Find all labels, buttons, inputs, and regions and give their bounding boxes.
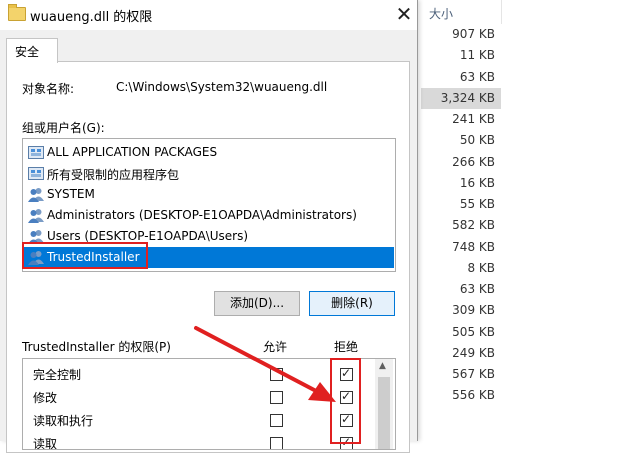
group-user-label: 组或用户名(G):	[22, 121, 105, 135]
close-icon[interactable]: ✕	[393, 3, 415, 25]
file-size-cell[interactable]: 266 KB	[421, 152, 501, 173]
permission-row: 读取和执行	[23, 408, 375, 431]
user-name: SYSTEM	[47, 187, 95, 201]
folder-icon	[8, 4, 26, 21]
object-name-value: C:\Windows\System32\wuaueng.dll	[116, 80, 328, 94]
file-size-cell[interactable]: 55 KB	[421, 194, 501, 215]
file-size-cell[interactable]: 907 KB	[421, 24, 501, 45]
permissions-dialog: wuaueng.dll 的权限 ✕ 安全 对象名称: C:\Windows\Sy…	[0, 0, 418, 453]
file-size-cell[interactable]: 567 KB	[421, 364, 501, 385]
remove-button[interactable]: 删除(R)	[309, 291, 395, 316]
permission-name: 读取	[33, 437, 58, 450]
annotation-highlight-user	[22, 242, 148, 269]
scroll-up-icon[interactable]: ▲	[379, 361, 386, 371]
user-list-item[interactable]: Administrators (DESKTOP-E1OAPDA\Administ…	[24, 205, 394, 226]
object-name-label: 对象名称:	[22, 82, 75, 96]
scroll-thumb[interactable]	[378, 377, 390, 449]
permissions-label: TrustedInstaller 的权限(P)	[22, 340, 171, 354]
size-column-header[interactable]: 大小	[421, 0, 502, 24]
permission-name: 读取和执行	[33, 414, 94, 428]
user-name: Users (DESKTOP-E1OAPDA\Users)	[47, 229, 249, 243]
file-size-cell[interactable]: 8 KB	[421, 258, 501, 279]
file-size-cell[interactable]: 3,324 KB	[421, 87, 501, 109]
permission-name: 完全控制	[33, 368, 82, 382]
file-size-cell[interactable]: 241 KB	[421, 109, 501, 130]
user-name: 所有受限制的应用程序包	[47, 168, 180, 182]
size-header-label: 大小	[429, 7, 454, 21]
dialog-title: wuaueng.dll 的权限	[30, 10, 153, 25]
user-group-icon	[28, 187, 44, 202]
user-name: Administrators (DESKTOP-E1OAPDA\Administ…	[47, 208, 357, 222]
scrollbar[interactable]: ▲	[375, 359, 393, 449]
title-bar: wuaueng.dll 的权限 ✕	[0, 0, 417, 30]
tab-security-label: 安全	[15, 45, 40, 59]
permission-name: 修改	[33, 391, 58, 405]
app-package-icon	[28, 145, 44, 160]
file-size-cell[interactable]: 50 KB	[421, 130, 501, 151]
file-size-cell[interactable]: 63 KB	[421, 67, 501, 88]
file-size-cell[interactable]: 748 KB	[421, 237, 501, 258]
file-size-cell[interactable]: 582 KB	[421, 215, 501, 236]
app-package-icon	[28, 166, 44, 181]
user-list-item[interactable]: ALL APPLICATION PACKAGES	[24, 142, 394, 163]
file-size-cell[interactable]: 63 KB	[421, 279, 501, 300]
file-size-cell[interactable]: 11 KB	[421, 45, 501, 66]
file-size-cell[interactable]: 249 KB	[421, 343, 501, 364]
user-list-item[interactable]: 所有受限制的应用程序包	[24, 163, 394, 184]
user-name: ALL APPLICATION PACKAGES	[47, 145, 218, 159]
add-button[interactable]: 添加(D)...	[214, 291, 300, 316]
annotation-arrow-icon	[194, 326, 336, 402]
file-size-cell[interactable]: 16 KB	[421, 173, 501, 194]
user-group-icon	[28, 208, 44, 223]
file-size-cell[interactable]: 505 KB	[421, 322, 501, 343]
tab-security[interactable]: 安全	[6, 38, 58, 63]
allow-checkbox[interactable]	[270, 414, 283, 427]
user-list-item[interactable]: SYSTEM	[24, 184, 394, 205]
file-size-cell[interactable]: 309 KB	[421, 300, 501, 321]
size-column: 907 KB 11 KB 63 KB 3,324 KB 241 KB 50 KB 266 K…	[421, 24, 501, 407]
file-size-cell[interactable]: 556 KB	[421, 385, 501, 406]
allow-checkbox[interactable]	[270, 437, 283, 449]
